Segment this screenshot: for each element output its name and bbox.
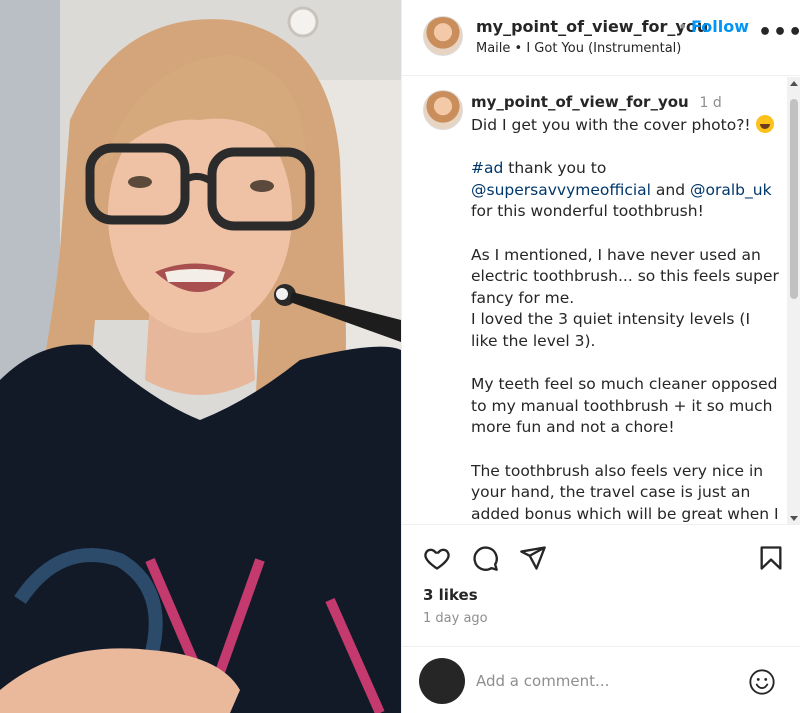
post-side-panel: my_point_of_view_for_you • Follow Maile …: [401, 0, 800, 713]
caption-line-2: thank you to: [503, 159, 607, 178]
mention-link-1[interactable]: @supersavvymeofficial: [471, 181, 651, 199]
comments-scrollbar[interactable]: [787, 77, 800, 524]
send-icon[interactable]: [519, 544, 547, 576]
scroll-down-arrow-icon[interactable]: [790, 516, 798, 521]
caption-time[interactable]: 1 d: [700, 95, 722, 111]
comment-icon[interactable]: [471, 544, 499, 576]
caption-line-3: for this wonderful toothbrush!: [471, 202, 704, 221]
caption-line-4: As I mentioned, I have never used an ele…: [471, 245, 779, 307]
likes-count[interactable]: 3 likes: [423, 586, 478, 604]
caption-text: Did I get you with the cover photo?! #ad…: [471, 115, 781, 524]
author-username[interactable]: my_point_of_view_for_you: [476, 17, 708, 36]
caption-header: my_point_of_view_for_you 1 d: [471, 93, 722, 111]
caption-line-7: The toothbrush also feels very nice in y…: [471, 461, 779, 523]
caption-and: and: [650, 180, 690, 199]
bookmark-icon[interactable]: [757, 544, 785, 576]
hashtag-link[interactable]: #ad: [471, 159, 503, 177]
caption-line-1: Did I get you with the cover photo?!: [471, 116, 751, 134]
caption-line-5: I loved the 3 quiet intensity levels (I …: [471, 310, 751, 350]
current-user-avatar: [419, 658, 465, 704]
caption-author-avatar[interactable]: [423, 90, 463, 130]
add-comment-bar: [402, 646, 800, 713]
header-separator: •: [678, 17, 688, 36]
post-video-frame: [0, 0, 401, 713]
scrollbar-thumb[interactable]: [790, 99, 798, 299]
post-date[interactable]: 1 day ago: [423, 611, 488, 626]
heart-icon[interactable]: [423, 544, 451, 576]
post-header: my_point_of_view_for_you • Follow Maile …: [402, 0, 800, 76]
scroll-up-arrow-icon[interactable]: [790, 81, 798, 86]
post-media[interactable]: [0, 0, 401, 713]
smiley-icon[interactable]: [748, 668, 776, 700]
mention-link-2[interactable]: @oralb_uk: [690, 181, 772, 199]
comment-input[interactable]: [476, 669, 726, 693]
audio-track[interactable]: Maile • I Got You (Instrumental): [476, 41, 681, 56]
comments-section[interactable]: my_point_of_view_for_you 1 d Did I get y…: [402, 77, 800, 525]
caption-username[interactable]: my_point_of_view_for_you: [471, 93, 689, 111]
author-avatar[interactable]: [423, 16, 463, 56]
post-actions: [402, 540, 800, 580]
follow-button[interactable]: Follow: [691, 17, 749, 36]
more-options-icon[interactable]: •••: [758, 20, 800, 45]
caption-line-6: My teeth feel so much cleaner opposed to…: [471, 375, 778, 437]
laughing-emoji-icon: [755, 115, 774, 133]
